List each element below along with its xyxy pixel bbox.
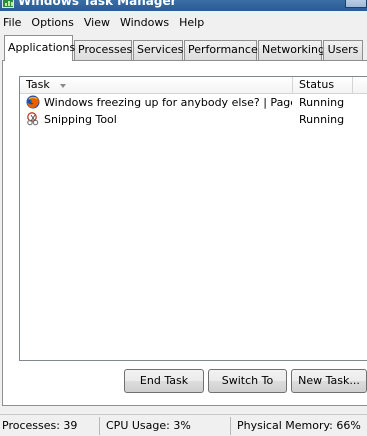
column-header-task[interactable]: Task bbox=[20, 77, 293, 94]
task-status: Running bbox=[299, 96, 345, 109]
window-title: Windows Task Manager bbox=[18, 0, 177, 8]
task-manager-window: Windows Task Manager File Options View W… bbox=[0, 0, 367, 436]
tab-users[interactable]: Users bbox=[323, 40, 363, 60]
minimize-button[interactable] bbox=[345, 0, 367, 8]
task-list[interactable]: Task Status Windows freezing up for anyb… bbox=[19, 76, 367, 361]
column-header-filler bbox=[353, 77, 367, 94]
status-physical-memory: Physical Memory: 66% bbox=[237, 419, 361, 432]
tab-strip: Applications Processes Services Performa… bbox=[0, 35, 367, 61]
menu-options[interactable]: Options bbox=[26, 13, 78, 32]
menu-help[interactable]: Help bbox=[174, 13, 209, 32]
menu-view[interactable]: View bbox=[79, 13, 115, 32]
task-status: Running bbox=[299, 113, 345, 126]
column-header-status[interactable]: Status bbox=[293, 77, 353, 94]
tab-networking[interactable]: Networking bbox=[258, 40, 325, 60]
task-manager-icon bbox=[2, 0, 14, 8]
firefox-icon bbox=[26, 95, 40, 109]
list-header: Task Status bbox=[20, 77, 367, 94]
tab-services[interactable]: Services bbox=[133, 40, 183, 60]
status-processes: Processes: 39 bbox=[0, 417, 100, 435]
tab-performance[interactable]: Performance bbox=[184, 40, 258, 60]
menu-file[interactable]: File bbox=[0, 13, 26, 32]
menu-windows[interactable]: Windows bbox=[115, 13, 174, 32]
column-status-label: Status bbox=[299, 78, 335, 91]
list-item[interactable]: Windows freezing up for anybody else? | … bbox=[20, 94, 367, 111]
column-task-label: Task bbox=[26, 78, 50, 91]
title-bar[interactable]: Windows Task Manager bbox=[0, 0, 367, 11]
menu-bar: File Options View Windows Help bbox=[0, 12, 367, 32]
sort-arrow-icon bbox=[60, 84, 66, 88]
end-task-button[interactable]: End Task bbox=[124, 369, 204, 393]
scissors-icon bbox=[27, 112, 39, 126]
list-item[interactable]: Snipping Tool Running bbox=[20, 111, 367, 128]
switch-to-button[interactable]: Switch To bbox=[208, 369, 287, 393]
task-name: Windows freezing up for anybody else? | … bbox=[44, 96, 292, 109]
tab-applications[interactable]: Applications bbox=[4, 35, 75, 61]
status-bar: Processes: 39 CPU Usage: 3% Physical Mem… bbox=[0, 414, 367, 436]
task-name: Snipping Tool bbox=[44, 113, 117, 126]
status-cpu-usage: CPU Usage: 3% bbox=[104, 417, 231, 435]
tab-processes[interactable]: Processes bbox=[74, 40, 132, 60]
new-task-button[interactable]: New Task... bbox=[291, 369, 367, 393]
